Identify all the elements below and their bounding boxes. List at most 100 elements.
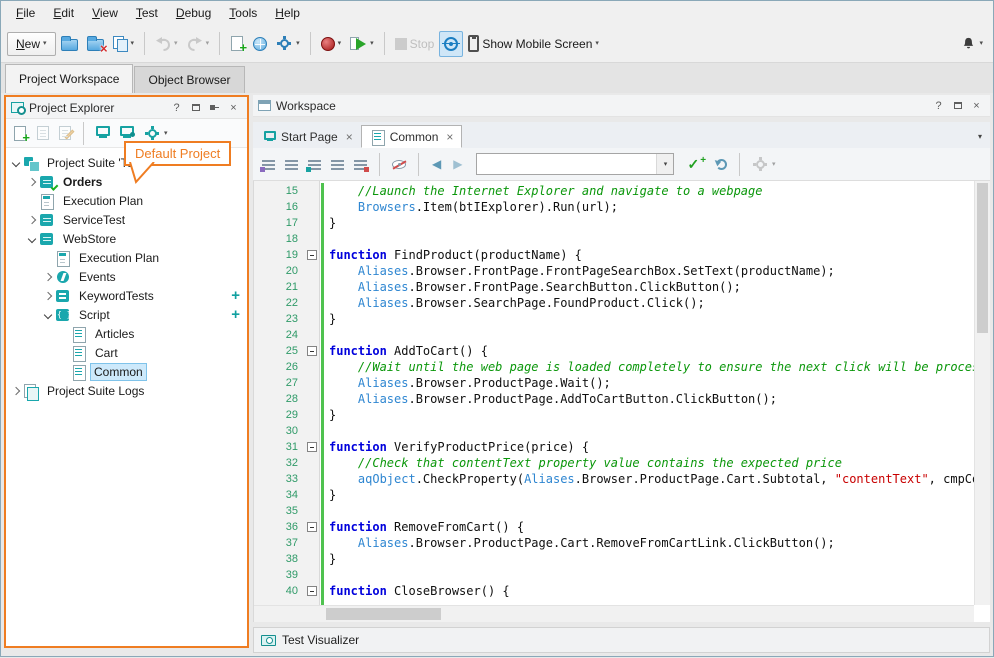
pe-rename-item-button[interactable] [56, 122, 74, 144]
ed-outdent-button[interactable] [351, 153, 370, 175]
fold-cell [306, 535, 319, 551]
tree-expander-icon[interactable] [41, 270, 55, 284]
menu-item-tools[interactable]: Tools [220, 2, 266, 24]
pe-add-new-item-button[interactable]: + [10, 122, 30, 144]
ed-settings-button[interactable]: ▾ [749, 153, 779, 175]
tab-object-browser[interactable]: Object Browser [134, 66, 244, 93]
fold-collapse-icon[interactable] [307, 442, 317, 452]
menu-item-help[interactable]: Help [266, 2, 309, 24]
line-number: 22 [254, 295, 298, 311]
pe-object-browser-button[interactable] [93, 122, 113, 144]
vertical-scrollbar[interactable] [974, 181, 990, 605]
test-visualizer-bar[interactable]: Test Visualizer [253, 627, 990, 653]
script-unit-icon [71, 326, 88, 342]
menu-item-debug[interactable]: Debug [167, 2, 220, 24]
ed-navigate-forward-button[interactable]: ▶ [449, 155, 466, 173]
line-number: 37 [254, 535, 298, 551]
close-panel-button[interactable]: × [968, 98, 985, 114]
tree-expander-icon[interactable] [9, 156, 23, 170]
toolbar-separator [144, 32, 145, 55]
pin-panel-button[interactable] [206, 100, 223, 116]
tab-common[interactable]: Common × [361, 125, 463, 148]
fold-collapse-icon[interactable] [307, 586, 317, 596]
tree-expander-icon[interactable] [25, 175, 39, 189]
ed-format-button[interactable] [259, 153, 278, 175]
tree-item-script[interactable]: Script+ [6, 305, 247, 324]
close-tab-icon[interactable]: × [446, 130, 453, 144]
manage-tools-button[interactable]: ▾ [272, 31, 304, 57]
run-test-button[interactable]: ▾ [346, 31, 378, 57]
save-all-button[interactable]: ▾ [109, 31, 139, 57]
pe-add-existing-item-button[interactable] [34, 122, 52, 144]
scrollbar-thumb[interactable] [977, 183, 988, 333]
open-project-button[interactable] [57, 31, 82, 57]
tab-list-dropdown-icon[interactable]: ▾ [978, 132, 982, 141]
ed-indent-button[interactable] [328, 153, 347, 175]
close-project-button[interactable]: × [83, 31, 108, 57]
ed-syntax-check-button[interactable]: ✓+ [684, 153, 709, 175]
help-button[interactable]: ? [930, 98, 947, 114]
refresh-icon [716, 159, 727, 170]
code-line: //Check that contentText property value … [329, 455, 974, 471]
tree-item-project-suite-logs[interactable]: Project Suite Logs [6, 381, 247, 400]
close-panel-button[interactable]: × [225, 100, 242, 116]
stop-button[interactable]: Stop [391, 31, 439, 57]
menu-item-test[interactable]: Test [127, 2, 167, 24]
tree-item-keywordtests[interactable]: KeywordTests+ [6, 286, 247, 305]
ed-comment-button[interactable] [282, 153, 301, 175]
ed-search-combobox[interactable]: ▾ [476, 153, 674, 175]
line-number: 35 [254, 503, 298, 519]
code-editor[interactable]: 1516171819202122232425262728293031323334… [253, 181, 990, 622]
tree-item-orders[interactable]: Orders [6, 172, 247, 191]
redo-button[interactable]: ▾ [183, 31, 214, 57]
ed-uncomment-button[interactable] [305, 153, 324, 175]
tree-item-articles[interactable]: Articles [6, 324, 247, 343]
tree-expander-icon[interactable] [41, 308, 55, 322]
scrollbar-thumb[interactable] [326, 608, 441, 620]
tree-item-servicetest[interactable]: ServiceTest [6, 210, 247, 229]
float-panel-button[interactable] [187, 100, 204, 116]
ed-refresh-button[interactable] [713, 153, 730, 175]
close-tab-icon[interactable]: × [346, 130, 353, 144]
help-button[interactable]: ? [168, 100, 185, 116]
tree-item-cart[interactable]: Cart [6, 343, 247, 362]
add-web-item-button[interactable] [249, 31, 271, 57]
add-child-item-button[interactable]: + [231, 287, 240, 304]
combobox-value [477, 154, 656, 174]
menu-item-edit[interactable]: Edit [44, 2, 83, 24]
show-test-visualizer-button[interactable] [439, 31, 463, 57]
tree-expander-icon[interactable] [9, 384, 23, 398]
tree-expander-icon[interactable] [25, 232, 39, 246]
horizontal-scrollbar[interactable] [254, 605, 974, 622]
menu-item-file[interactable]: File [7, 2, 44, 24]
add-child-item-button[interactable]: + [231, 306, 240, 323]
code-lines[interactable]: //Launch the Internet Explorer and navig… [324, 181, 974, 622]
tree-item-execution-plan[interactable]: Execution Plan [6, 248, 247, 267]
new-button[interactable]: New ▾ [7, 32, 56, 56]
tree-item-webstore[interactable]: WebStore [6, 229, 247, 248]
tree-item-events[interactable]: Events [6, 267, 247, 286]
fold-collapse-icon[interactable] [307, 346, 317, 356]
notifications-button[interactable]: ▾ [957, 31, 987, 57]
tree-item-common[interactable]: Common [6, 362, 247, 381]
tree-expander-icon[interactable] [25, 213, 39, 227]
code-line: aqObject.CheckProperty(Aliases.Browser.P… [329, 471, 974, 487]
tree-item-label: Events [75, 269, 120, 285]
ed-navigate-back-button[interactable]: ◀ [428, 155, 445, 173]
menu-item-view[interactable]: View [83, 2, 127, 24]
float-panel-button[interactable] [949, 98, 966, 114]
tree-expander-icon[interactable] [41, 289, 55, 303]
chevron-down-icon[interactable]: ▾ [656, 154, 673, 174]
add-new-item-button[interactable]: + [226, 31, 248, 57]
ed-toggle-hidden-button[interactable] [389, 153, 409, 175]
tab-label: Object Browser [148, 73, 230, 87]
line-number: 29 [254, 407, 298, 423]
record-test-button[interactable]: ▾ [317, 31, 346, 57]
tree-item-execution-plan[interactable]: Execution Plan [6, 191, 247, 210]
fold-collapse-icon[interactable] [307, 522, 317, 532]
tab-project-workspace[interactable]: Project Workspace [5, 64, 133, 93]
undo-button[interactable]: ▾ [151, 31, 182, 57]
show-mobile-screen-button[interactable]: Show Mobile Screen ▾ [464, 31, 603, 57]
tab-start-page[interactable]: Start Page × [256, 125, 361, 148]
fold-collapse-icon[interactable] [307, 250, 317, 260]
